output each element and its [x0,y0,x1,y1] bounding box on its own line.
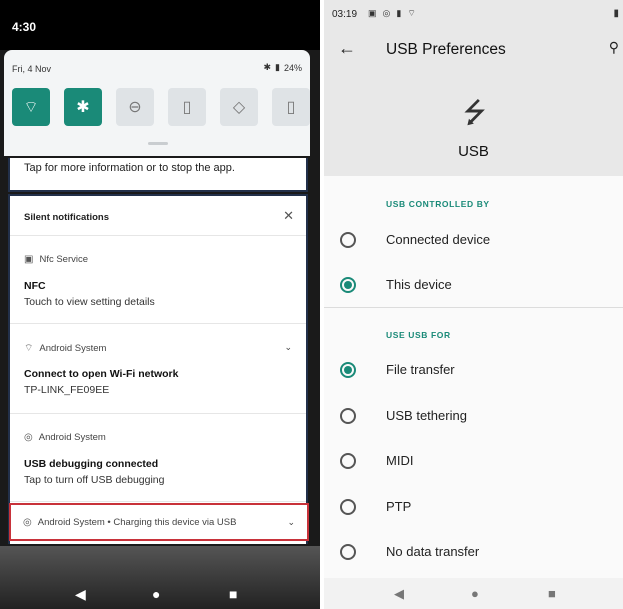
notification-wifi[interactable]: ⌔ Android System ⌄ Connect to open Wi-Fi… [10,324,306,414]
radio-option[interactable]: MIDI [324,441,623,481]
radio-checked-icon[interactable] [340,362,356,378]
qs-tile-dnd[interactable]: ⊖ [116,88,154,126]
usb-label: USB [458,143,489,160]
radio-option[interactable]: File transfer [324,350,623,390]
image-icon: ▣ [368,8,377,18]
notification-nfc[interactable]: ▣ Nfc Service NFC Touch to view setting … [10,236,306,324]
android-system-icon: ◎ [24,432,33,443]
radio-checked-icon[interactable] [340,277,356,293]
home-icon[interactable]: ● [152,586,160,602]
status-icons: ▣ ◎ ▮ ⌔ [368,8,416,19]
home-icon[interactable]: ● [471,586,479,601]
qs-tile-bluetooth[interactable]: ✱ [64,88,102,126]
option-label: No data transfer [386,544,480,559]
back-icon[interactable]: ◀ [75,586,86,603]
option-label: File transfer [386,362,455,377]
radio-unchecked-icon[interactable] [340,407,356,424]
left-phone: 4:30 Fri, 4 Nov ✱ ▮ 24% ⌔ ✱ ⊖ ▯ ◇ ▯ Tap for m… [0,0,320,609]
qs-status: ✱ ▮ 24% [263,62,302,73]
silent-header: Silent notifications ✕ [10,196,306,236]
notification-title: Connect to open Wi-Fi network [24,368,179,380]
wifi-icon: ⌔ [407,8,416,18]
qs-tile-wifi[interactable]: ⌔ [12,88,50,126]
status-time: 03:19 [332,9,358,20]
recents-icon[interactable]: ■ [229,586,237,602]
search-icon[interactable]: ⚲ [609,39,619,56]
flashlight-icon: ▯ [182,99,192,116]
divider [324,307,623,308]
notification-app: ⌔ Android System [24,343,107,354]
quick-settings: Fri, 4 Nov ✱ ▮ 24% ⌔ ✱ ⊖ ▯ ◇ ▯ [4,50,310,156]
radio-option[interactable]: USB tethering [324,396,623,436]
right-phone: 03:19 ▣ ◎ ▮ ⌔ ▮ ← USB Preferences ⚲ ⭍ US… [324,0,623,609]
option-label: This device [386,277,452,292]
notification-app: ◎ Android System [24,432,106,443]
notification-app: ▣ Nfc Service [24,254,89,265]
battery-saver-icon: ▯ [286,99,296,116]
qs-tile-battery-saver[interactable]: ▯ [272,88,310,126]
usb-icon: ⭍ [463,97,487,128]
battery-icon: ▮ [275,62,280,72]
nfc-icon: ▣ [24,254,34,265]
dnd-icon: ⊖ [128,99,142,116]
bluetooth-status-icon: ✱ [263,62,272,72]
qs-tiles: ⌔ ✱ ⊖ ▯ ◇ ▯ [12,88,310,126]
nav-bar: ◀ ● ■ [0,546,320,609]
radio-unchecked-icon[interactable] [340,232,356,248]
status-time: 4:30 [12,20,37,34]
back-icon[interactable]: ◀ [394,586,404,602]
notification-text: TP-LINK_FE09EE [24,384,110,396]
nfc-icon: ▮ [396,8,402,18]
back-arrow-icon[interactable]: ← [338,38,356,59]
recents-icon[interactable]: ■ [548,586,556,601]
wifi-icon: ⌔ [24,343,34,354]
notification-charging[interactable]: ◎ Android System • Charging this device … [9,503,309,541]
section-controlled-by: USB CONTROLLED BY [386,199,490,209]
chevron-down-icon[interactable]: ⌄ [284,342,292,353]
notification-text: Touch to view setting details [24,296,155,308]
radio-unchecked-icon[interactable] [340,498,356,515]
radio-unchecked-icon[interactable] [340,453,356,469]
bluetooth-icon: ✱ [76,99,90,116]
qs-date: Fri, 4 Nov [12,64,52,74]
app-header: ← USB Preferences ⚲ ⭍ USB [324,26,623,176]
chevron-down-icon[interactable]: ⌄ [287,517,295,528]
section-use-usb-for: USE USB FOR [386,330,451,340]
radio-option[interactable]: PTP [324,487,623,527]
foreground-service-notification[interactable]: Tap for more information or to stop the … [8,158,308,192]
radio-option[interactable]: This device [324,265,623,305]
status-bar: 4:30 [0,0,320,50]
status-bar: 03:19 ▣ ◎ ▮ ⌔ ▮ [324,0,623,26]
drag-handle[interactable] [148,142,168,145]
radio-unchecked-icon[interactable] [340,544,356,560]
option-label: MIDI [386,453,414,468]
android-system-icon: ◎ [382,8,391,18]
option-label: PTP [386,498,412,514]
page-title: USB Preferences [386,41,506,58]
strip-text: Tap for more information or to stop the … [24,162,235,174]
close-icon[interactable]: ✕ [283,208,294,224]
notification-title: NFC [24,280,46,292]
notification-panel: Silent notifications ✕ ▣ Nfc Service NFC… [8,194,308,544]
option-label: Connected device [386,232,491,247]
radio-option[interactable]: Connected device [324,220,623,260]
wifi-icon: ⌔ [23,99,39,116]
rotate-icon: ◇ [232,99,246,116]
notification-title: USB debugging connected [24,458,159,470]
battery-icon: ▮ [613,8,619,19]
notification-text: Tap to turn off USB debugging [24,474,165,486]
nav-bar: ◀ ● ■ [324,578,623,609]
notification-app: ◎ Android System • Charging this device … [23,517,237,528]
battery-percent: 24% [283,62,302,73]
qs-tile-rotate[interactable]: ◇ [220,88,258,126]
radio-option[interactable]: No data transfer [324,532,623,572]
android-system-icon: ◎ [23,517,32,528]
option-label: USB tethering [386,407,467,423]
qs-tile-flashlight[interactable]: ▯ [168,88,206,126]
notification-usb-debugging[interactable]: ◎ Android System USB debugging connected… [10,414,306,502]
silent-title: Silent notifications [24,212,109,223]
